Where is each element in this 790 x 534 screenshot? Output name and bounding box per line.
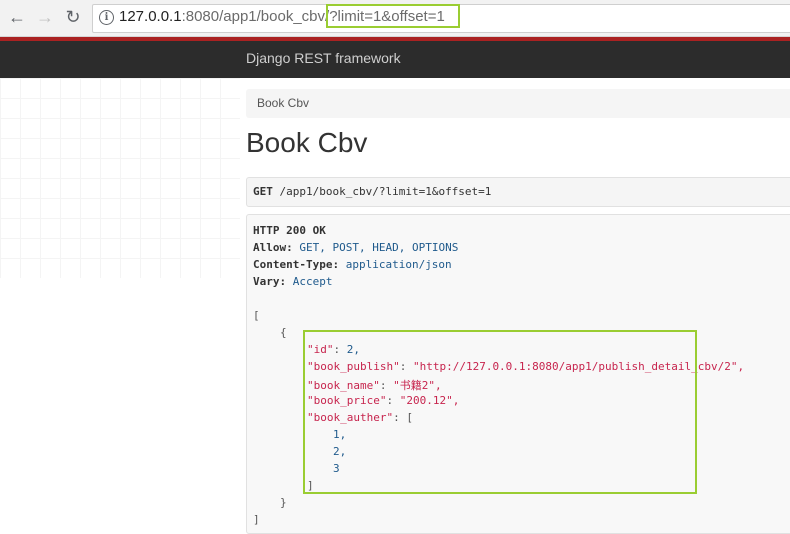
json-auther-item: 2, <box>333 445 347 458</box>
response-panel: HTTP 200 OK Allow: GET, POST, HEAD, OPTI… <box>246 214 790 534</box>
breadcrumb: Book Cbv <box>246 89 790 118</box>
back-arrow-icon[interactable]: ← <box>6 6 28 28</box>
json-close-bracket: ] <box>253 513 260 526</box>
json-field-id: "id": 2, <box>307 343 360 356</box>
browser-toolbar: ← → ↻ i 127.0.0.1:8080/app1/book_cbv/?li… <box>0 0 790 37</box>
status-line: HTTP 200 OK <box>253 224 326 237</box>
json-close-brace: } <box>280 496 287 509</box>
top-navbar: Django REST framework <box>0 37 790 78</box>
request-path: /app1/book_cbv/?limit=1&offset=1 <box>279 185 492 198</box>
json-field-book-name: "book_name": "书籍2", <box>307 379 442 392</box>
json-field-book-price: "book_price": "200.12", <box>307 394 460 407</box>
background-grid <box>0 78 240 278</box>
json-field-book-publish: "book_publish": "http://127.0.0.1:8080/a… <box>307 360 745 373</box>
request-method: GET <box>253 185 273 198</box>
breadcrumb-item[interactable]: Book Cbv <box>257 96 309 110</box>
header-vary: Vary: Accept <box>253 275 333 288</box>
json-field-book-auther: "book_auther": [ <box>307 411 413 424</box>
json-open-bracket: [ <box>253 309 260 322</box>
header-allow: Allow: GET, POST, HEAD, OPTIONS <box>253 241 459 254</box>
json-auther-item: 3 <box>333 462 340 475</box>
forward-arrow-icon[interactable]: → <box>34 6 56 28</box>
json-close-list: ] <box>307 479 314 492</box>
page-title: Book Cbv <box>246 127 368 158</box>
address-bar[interactable]: i 127.0.0.1:8080/app1/book_cbv/?limit=1&… <box>92 4 790 33</box>
header-content-type: Content-Type: application/json <box>253 258 452 271</box>
navbar-brand-link[interactable]: Django REST framework <box>246 50 401 66</box>
json-auther-item: 1, <box>333 428 347 441</box>
url-text[interactable]: 127.0.0.1:8080/app1/book_cbv/?limit=1&of… <box>119 8 445 25</box>
reload-icon[interactable]: ↻ <box>62 6 84 28</box>
request-info: GET /app1/book_cbv/?limit=1&offset=1 <box>246 177 790 207</box>
info-icon[interactable]: i <box>99 10 114 25</box>
json-open-brace: { <box>280 326 287 339</box>
